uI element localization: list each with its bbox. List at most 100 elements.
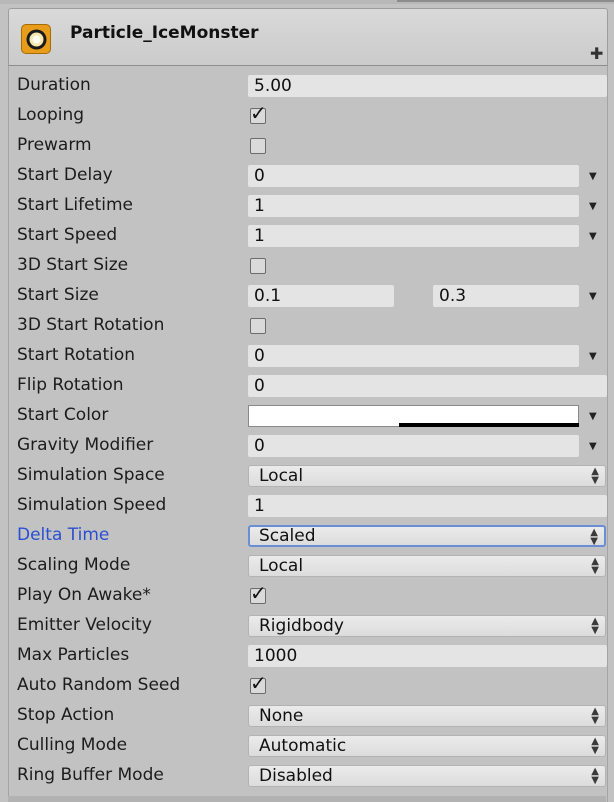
property-row-simulation-space: Simulation Space Local ▲ ▼: [9, 461, 607, 491]
property-label: Culling Mode: [17, 735, 128, 755]
dropdown-value: Scaled: [259, 526, 316, 546]
property-row-stop-action: Stop Action None ▲ ▼: [9, 701, 607, 731]
dropdown-value: None: [259, 706, 304, 726]
property-row-start-speed: Start Speed 1 ▼: [9, 221, 607, 251]
property-row-gravity-modifier: Gravity Modifier 0 ▼: [9, 431, 607, 461]
simulation-space-dropdown[interactable]: Local ▲ ▼: [248, 465, 606, 487]
stop-action-dropdown[interactable]: None ▲ ▼: [248, 705, 606, 727]
checkmark-icon: ✓: [250, 581, 267, 605]
duration-field[interactable]: 5.00: [248, 75, 607, 97]
properties-panel: Duration 5.00 Looping ✓ Prewarm Start Delay 0 ▼…: [8, 66, 608, 802]
updown-arrows-icon: ▲ ▼: [591, 556, 599, 576]
max-particles-field[interactable]: 1000: [248, 645, 607, 667]
property-label: Prewarm: [17, 135, 92, 155]
ring-buffer-mode-dropdown[interactable]: Disabled ▲ ▼: [248, 765, 606, 787]
gravity-modifier-field[interactable]: 0: [248, 435, 579, 457]
property-label: Max Particles: [17, 645, 130, 665]
property-label: Gravity Modifier: [17, 435, 154, 455]
property-row-delta-time: Delta Time Scaled ▲ ▼: [9, 521, 607, 551]
updown-arrows-icon: ▲ ▼: [591, 736, 599, 756]
property-row-auto-random-seed: Auto Random Seed ✓: [9, 671, 607, 701]
dropdown-value: Automatic: [259, 736, 347, 756]
property-row-3d-start-rotation: 3D Start Rotation: [9, 311, 607, 341]
particle-system-icon: [21, 24, 51, 54]
3d-start-rotation-checkbox[interactable]: [250, 318, 266, 334]
property-row-simulation-speed: Simulation Speed 1: [9, 491, 607, 521]
property-label: Simulation Speed: [17, 495, 167, 515]
flip-rotation-field[interactable]: 0: [248, 375, 607, 397]
dropdown-arrow-icon[interactable]: ▼: [589, 201, 597, 212]
property-label: Duration: [17, 75, 91, 95]
property-row-start-lifetime: Start Lifetime 1 ▼: [9, 191, 607, 221]
top-divider: [0, 0, 614, 4]
updown-arrows-icon: ▲ ▼: [591, 706, 599, 726]
property-row-start-size: Start Size 0.1 0.3 ▼: [9, 281, 607, 311]
prewarm-checkbox[interactable]: [250, 138, 266, 154]
property-label: Scaling Mode: [17, 555, 131, 575]
property-label: Delta Time: [17, 525, 110, 545]
start-rotation-field[interactable]: 0: [248, 345, 579, 367]
property-label: Play On Awake*: [17, 585, 151, 605]
property-label: Start Color: [17, 405, 109, 425]
dropdown-arrow-icon[interactable]: ▼: [589, 411, 597, 422]
simulation-speed-field[interactable]: 1: [248, 495, 607, 517]
property-label: 3D Start Rotation: [17, 315, 165, 335]
emitter-velocity-dropdown[interactable]: Rigidbody ▲ ▼: [248, 615, 606, 637]
property-row-culling-mode: Culling Mode Automatic ▲ ▼: [9, 731, 607, 761]
property-row-start-rotation: Start Rotation 0 ▼: [9, 341, 607, 371]
property-row-flip-rotation: Flip Rotation 0: [9, 371, 607, 401]
plus-icon[interactable]: ✚: [590, 44, 603, 63]
updown-arrows-icon: ▲ ▼: [591, 766, 599, 786]
property-row-start-delay: Start Delay 0 ▼: [9, 161, 607, 191]
updown-arrows-icon: ▲ ▼: [591, 616, 599, 636]
property-label: Stop Action: [17, 705, 115, 725]
dropdown-value: Disabled: [259, 766, 333, 786]
auto-random-seed-checkbox[interactable]: ✓: [250, 672, 267, 694]
start-delay-field[interactable]: 0: [248, 165, 579, 187]
dropdown-value: Rigidbody: [259, 616, 344, 636]
dropdown-arrow-icon[interactable]: ▼: [589, 351, 597, 362]
component-title: Particle_IceMonster: [70, 23, 259, 43]
property-label: Start Delay: [17, 165, 113, 185]
property-label: 3D Start Size: [17, 255, 129, 275]
property-label: Start Speed: [17, 225, 118, 245]
start-speed-field[interactable]: 1: [248, 225, 579, 247]
property-row-emitter-velocity: Emitter Velocity Rigidbody ▲ ▼: [9, 611, 607, 641]
dropdown-arrow-icon[interactable]: ▼: [589, 231, 597, 242]
property-label: Flip Rotation: [17, 375, 124, 395]
property-row-duration: Duration 5.00: [9, 71, 607, 101]
3d-start-size-checkbox[interactable]: [250, 258, 266, 274]
dropdown-arrow-icon[interactable]: ▼: [589, 171, 597, 182]
component-header[interactable]: Particle_IceMonster ✚: [8, 8, 608, 66]
panel-footer: [8, 796, 606, 802]
dropdown-arrow-icon[interactable]: ▼: [589, 291, 597, 302]
play-on-awake-checkbox[interactable]: ✓: [250, 582, 267, 604]
property-row-scaling-mode: Scaling Mode Local ▲ ▼: [9, 551, 607, 581]
dropdown-value: Local: [259, 466, 304, 486]
property-row-play-on-awake: Play On Awake* ✓: [9, 581, 607, 611]
property-label: Ring Buffer Mode: [17, 765, 164, 785]
property-label: Start Lifetime: [17, 195, 133, 215]
delta-time-dropdown[interactable]: Scaled ▲ ▼: [248, 525, 606, 547]
scaling-mode-dropdown[interactable]: Local ▲ ▼: [248, 555, 606, 577]
looping-checkbox[interactable]: ✓: [250, 102, 267, 124]
checkmark-icon: ✓: [250, 671, 267, 695]
color-swatch[interactable]: [248, 405, 579, 427]
start-size-min-field[interactable]: 0.1: [248, 285, 394, 307]
culling-mode-dropdown[interactable]: Automatic ▲ ▼: [248, 735, 606, 757]
updown-arrows-icon: ▲ ▼: [590, 527, 598, 547]
dropdown-value: Local: [259, 556, 304, 576]
property-label: Start Rotation: [17, 345, 136, 365]
start-lifetime-field[interactable]: 1: [248, 195, 579, 217]
property-label: Emitter Velocity: [17, 615, 152, 635]
property-row-ring-buffer-mode: Ring Buffer Mode Disabled ▲ ▼: [9, 761, 607, 791]
property-label: Looping: [17, 105, 85, 125]
updown-arrows-icon: ▲ ▼: [591, 466, 599, 486]
start-size-max-field[interactable]: 0.3: [433, 285, 579, 307]
property-row-max-particles: Max Particles 1000: [9, 641, 607, 671]
checkmark-icon: ✓: [250, 101, 267, 125]
property-row-3d-start-size: 3D Start Size: [9, 251, 607, 281]
alpha-bar: [399, 423, 579, 427]
dropdown-arrow-icon[interactable]: ▼: [589, 441, 597, 452]
property-label: Start Size: [17, 285, 99, 305]
